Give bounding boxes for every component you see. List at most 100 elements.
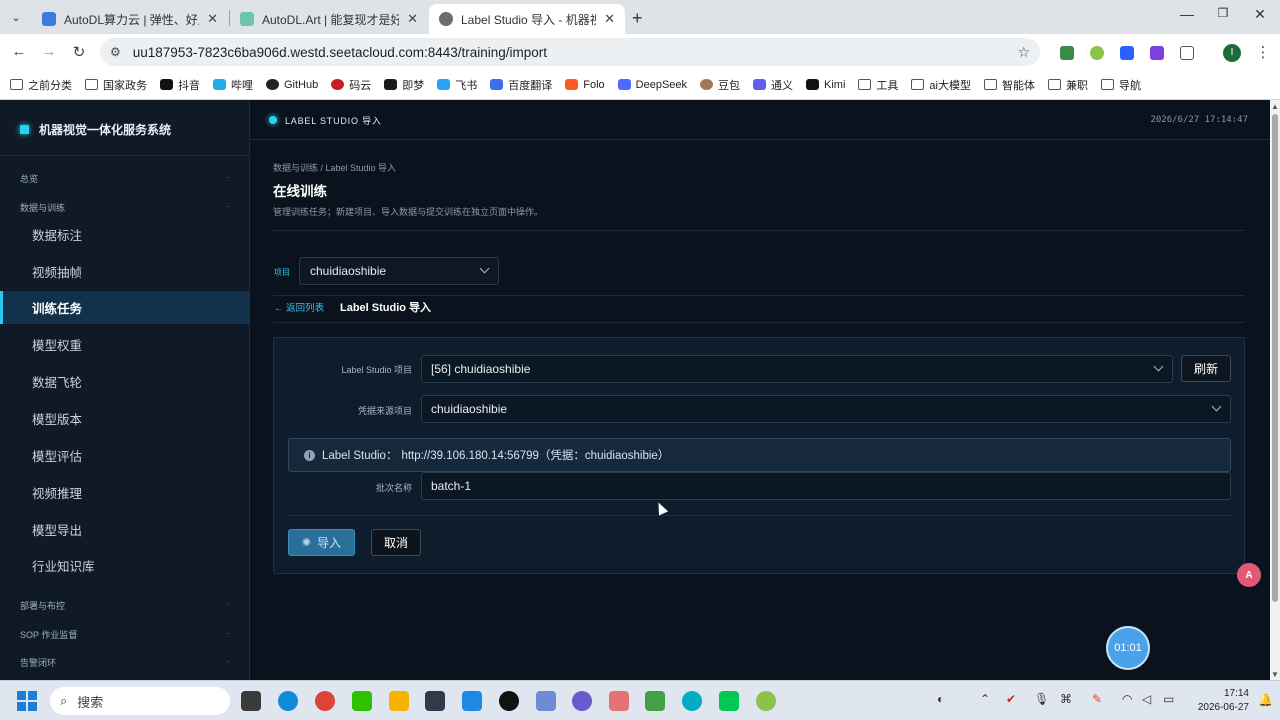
bookmark-folder[interactable]: 国家政务 <box>85 77 147 93</box>
refresh-button[interactable]: 刷新 <box>1181 355 1231 382</box>
sidebar-section-alarm[interactable]: 告警闭环 · <box>20 656 230 669</box>
app-icon[interactable] <box>609 691 629 711</box>
reload-icon[interactable]: ↻ <box>70 43 88 61</box>
credential-source-select[interactable]: chuidiaoshibie <box>421 395 1231 423</box>
bookmark-link[interactable]: Kimi <box>806 79 845 91</box>
bookmark-link[interactable]: 即梦 <box>384 77 424 93</box>
browser-menu-icon[interactable]: ⋮ <box>1254 43 1272 61</box>
bookmark-folder[interactable]: 之前分类 <box>10 77 72 93</box>
taskbar-search-box[interactable]: ⌕ 搜索 <box>50 687 230 715</box>
chrome-icon[interactable] <box>315 691 335 711</box>
back-icon[interactable]: ← <box>10 43 28 60</box>
recording-timer-badge[interactable]: 01:01 <box>1106 626 1150 670</box>
sidebar-item-frame-extraction[interactable]: 视频抽帧 <box>0 255 249 288</box>
scroll-up-icon[interactable]: ▲ <box>1271 102 1279 111</box>
close-tab-icon[interactable]: ✕ <box>207 11 218 27</box>
app-icon[interactable] <box>645 691 665 711</box>
new-tab-icon[interactable]: + <box>632 8 643 29</box>
sidebar-section-data-training[interactable]: 数据与训练 · <box>20 201 230 214</box>
bookmark-link[interactable]: GitHub <box>266 79 318 91</box>
extension-g-icon[interactable] <box>1150 46 1164 60</box>
close-window-icon[interactable]: ✕ <box>1250 6 1270 23</box>
page-scrollbar[interactable]: ▲ ▼ <box>1270 100 1280 680</box>
bookmark-star-icon[interactable]: ☆ <box>1017 44 1030 61</box>
app-icon[interactable] <box>536 691 556 711</box>
back-to-list-link[interactable]: ← 返回列表 <box>274 300 324 314</box>
profile-avatar[interactable]: I <box>1223 44 1241 62</box>
translate-icon[interactable]: A <box>1237 563 1261 587</box>
site-info-icon[interactable]: ⚙ <box>110 45 121 59</box>
extension-leaf-icon[interactable] <box>1090 46 1104 60</box>
close-tab-icon[interactable]: ✕ <box>407 11 418 27</box>
bookmark-link[interactable]: 豆包 <box>700 77 740 93</box>
app-icon[interactable] <box>682 691 702 711</box>
import-button[interactable]: ✺ 导入 <box>288 529 355 556</box>
app-icon[interactable] <box>756 691 776 711</box>
scroll-down-icon[interactable]: ▼ <box>1271 670 1279 679</box>
microphone-icon[interactable]: 🎙 <box>1034 692 1049 706</box>
sidebar-item-knowledge-base[interactable]: 行业知识库 <box>0 549 249 582</box>
bookmark-link[interactable]: 通义 <box>753 77 793 93</box>
sidebar-item-model-evaluation[interactable]: 模型评估 <box>0 439 249 472</box>
restore-icon[interactable]: ❐ <box>1213 6 1233 20</box>
forward-icon[interactable]: → <box>40 43 58 60</box>
sidebar-item-annotation[interactable]: 数据标注 <box>0 218 249 251</box>
tab-search-chevron-icon[interactable]: ⌄ <box>6 7 26 27</box>
bookmark-link[interactable]: 飞书 <box>437 77 477 93</box>
tray-app-icon[interactable]: ✔ <box>1006 692 1016 706</box>
qq-icon[interactable] <box>499 691 519 711</box>
sidebar-item-data-flywheel[interactable]: 数据飞轮 <box>0 365 249 398</box>
ls-project-select[interactable]: [56] chuidiaoshibie <box>421 355 1173 383</box>
task-view-icon[interactable] <box>241 691 261 711</box>
bookmark-folder[interactable]: 工具 <box>858 77 898 93</box>
sidebar-item-training-tasks[interactable]: 训练任务 <box>0 291 249 324</box>
sidebar-section-overview[interactable]: 总览 · <box>20 172 230 185</box>
windows-start-icon[interactable] <box>17 691 37 711</box>
sidebar-item-video-inference[interactable]: 视频推理 <box>0 476 249 509</box>
sidebar-section-deploy[interactable]: 部署与布控 · <box>20 599 230 612</box>
bookmark-link[interactable]: 百度翻译 <box>490 77 552 93</box>
battery-icon[interactable]: ▭ <box>1163 692 1174 706</box>
wechat-icon[interactable] <box>352 691 372 711</box>
minimize-icon[interactable]: — <box>1177 6 1197 22</box>
app-icon[interactable] <box>572 691 592 711</box>
project-select[interactable]: chuidiaoshibie <box>299 257 499 285</box>
edge-icon[interactable] <box>278 691 298 711</box>
app-icon[interactable] <box>719 691 739 711</box>
taskbar-clock[interactable]: 17:14 2026-06-27 <box>1193 687 1249 715</box>
bookmark-folder[interactable]: 兼职 <box>1047 77 1088 93</box>
file-explorer-icon[interactable] <box>389 691 409 711</box>
tray-expand-icon[interactable]: ⌃ <box>980 692 990 706</box>
tray-app-icon[interactable]: ✎ <box>1092 692 1102 706</box>
extension-download-icon[interactable] <box>1060 46 1074 60</box>
sidebar-item-model-weights[interactable]: 模型权重 <box>0 328 249 361</box>
sidebar-item-model-versions[interactable]: 模型版本 <box>0 402 249 435</box>
bookmark-folder[interactable]: ai大模型 <box>911 77 971 93</box>
bookmark-link[interactable]: 码云 <box>331 77 371 93</box>
bookmark-link[interactable]: DeepSeek <box>617 79 687 91</box>
notification-bell-icon[interactable]: 🔔 <box>1258 693 1273 707</box>
batch-name-input[interactable]: batch-1 <box>421 472 1231 500</box>
volume-icon[interactable]: ◁ <box>1142 692 1151 706</box>
extensions-puzzle-icon[interactable] <box>1180 46 1194 60</box>
browser-tab-autodl[interactable]: AutoDL算力云 | 弹性、好用、 ✕ <box>32 4 228 34</box>
tray-app-icon[interactable]: ⌘ <box>1060 692 1072 706</box>
bookmark-folder[interactable]: 导航 <box>1100 77 1141 93</box>
browser-tab-autodl-art[interactable]: AutoDL.Art | 能复现才是好算 ✕ <box>230 4 428 34</box>
bookmark-link[interactable]: 抖音 <box>160 77 200 93</box>
browser-tab-label-studio[interactable]: Label Studio 导入 - 机器视觉 ✕ <box>429 4 625 34</box>
bookmark-link[interactable]: Folo <box>565 79 605 91</box>
bookmark-folder[interactable]: 智能体 <box>983 77 1035 93</box>
sidebar-item-model-export[interactable]: 模型导出 <box>0 513 249 546</box>
notepad-icon[interactable] <box>462 691 482 711</box>
cancel-button[interactable]: 取消 <box>371 529 421 556</box>
sidebar-section-sop[interactable]: SOP 作业监督 · <box>20 628 230 641</box>
terminal-icon[interactable] <box>425 691 445 711</box>
extension-markdown-icon[interactable] <box>1120 46 1134 60</box>
wifi-icon[interactable]: ◠ <box>1122 692 1132 706</box>
tray-app-icon[interactable]: ◐ <box>937 692 944 706</box>
close-tab-icon[interactable]: ✕ <box>604 11 615 27</box>
scroll-thumb[interactable] <box>1272 114 1278 602</box>
url-input[interactable]: ⚙ uu187953-7823c6ba906d.westd.seetacloud… <box>100 38 1040 66</box>
bookmark-link[interactable]: 哔哩 <box>213 77 253 93</box>
